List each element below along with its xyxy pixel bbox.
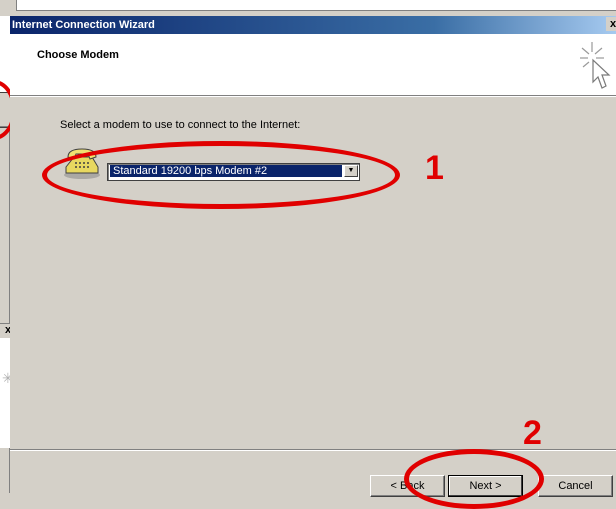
header-divider — [10, 96, 616, 97]
instruction-text: Select a modem to use to connect to the … — [60, 119, 301, 131]
internet-connection-wizard: Internet Connection Wizard x Choose Mode… — [10, 0, 616, 509]
annotation-label-2: 2 — [523, 414, 542, 452]
wizard-header: Choose Modem — [10, 34, 616, 96]
annotation-label-1: 1 — [425, 149, 444, 187]
close-icon[interactable]: x — [606, 17, 616, 31]
window-title: Internet Connection Wizard — [12, 19, 155, 31]
annotation-circle-2 — [404, 449, 544, 509]
behind-window-edge — [10, 0, 616, 17]
annotation-circle-1 — [42, 141, 400, 209]
wizard-cursor-icon — [578, 40, 612, 95]
page-title: Choose Modem — [37, 49, 119, 61]
title-bar[interactable]: Internet Connection Wizard — [10, 16, 616, 34]
cancel-button[interactable]: Cancel — [538, 475, 613, 497]
